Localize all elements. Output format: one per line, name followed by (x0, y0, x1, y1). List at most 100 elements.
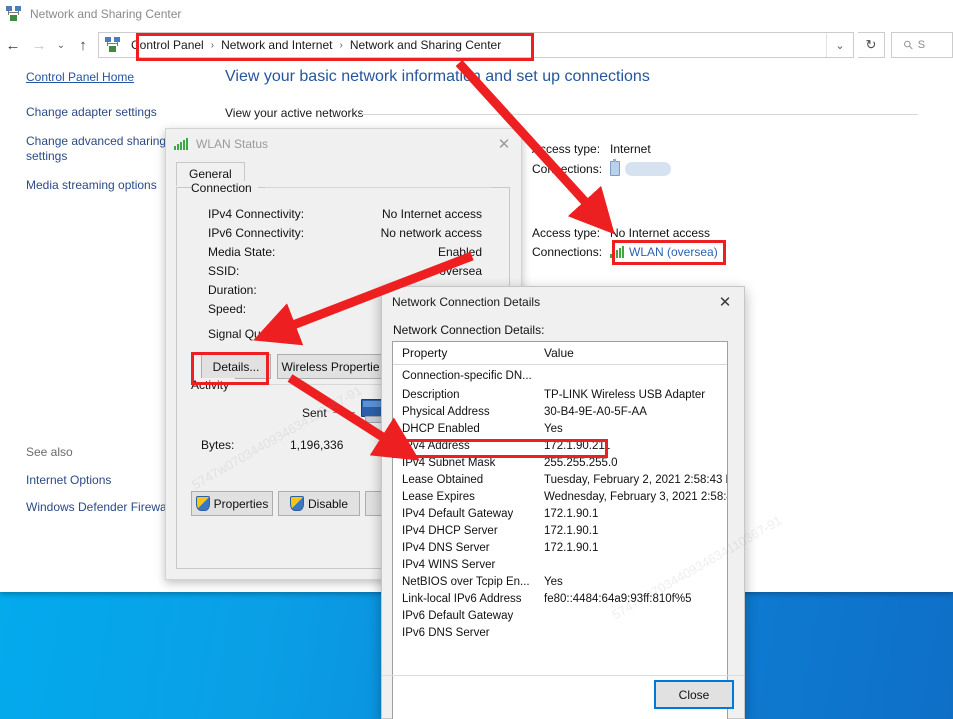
breadcrumb: Control Panel › Network and Internet › N… (131, 38, 501, 52)
sidebar-item-control-panel-home[interactable]: Control Panel Home (26, 70, 191, 85)
usb-adapter-icon (610, 159, 620, 176)
breadcrumb-item-control-panel[interactable]: Control Panel (131, 38, 204, 52)
table-row[interactable]: NetBIOS over Tcpip En... Yes (393, 573, 727, 590)
activity-line (333, 412, 355, 413)
row-property: Lease Obtained (402, 473, 484, 486)
row-value: 172.1.90.1 (544, 507, 599, 520)
wifi-signal-icon (610, 246, 625, 258)
group-label-activity: Activity (191, 378, 236, 392)
row-value: 172.1.90.1 (544, 524, 599, 537)
table-row[interactable]: IPv4 Default Gateway 172.1.90.1 (393, 505, 727, 522)
row-value: 172.1.90.1 (544, 541, 599, 554)
breadcrumb-item-network-and-sharing-center[interactable]: Network and Sharing Center (350, 38, 501, 52)
connection-link-wlan[interactable]: WLAN (oversea) (629, 245, 718, 259)
breadcrumb-separator-icon[interactable]: › (339, 40, 342, 51)
table-row[interactable]: Link-local IPv6 Address fe80::4484:64a9:… (393, 590, 727, 607)
bytes-sent-value: 1,196,336 (290, 438, 344, 452)
network-connection-details-dialog: Network Connection Details ✕ Network Con… (381, 286, 745, 719)
row-value: fe80::4484:64a9:93ff:810f%5 (544, 592, 692, 605)
table-row[interactable]: IPv4 WINS Server (393, 556, 727, 573)
row-property: IPv6 Default Gateway (402, 609, 514, 622)
table-header-row: Property Value (393, 342, 727, 365)
speed-label: Speed: (208, 302, 247, 316)
ipv4-connectivity-value: No Internet access (381, 207, 482, 221)
table-row[interactable]: IPv4 DNS Server 172.1.90.1 (393, 539, 727, 556)
row-value: 30-B4-9E-A0-5F-AA (544, 405, 647, 418)
ipv4-connectivity-label: IPv4 Connectivity: (208, 207, 305, 221)
ssid-value: oversea (439, 264, 482, 278)
table-row[interactable]: Connection-specific DN... (393, 365, 727, 386)
close-button[interactable]: Close (654, 680, 734, 709)
row-property: Connection-specific DN... (402, 369, 532, 382)
table-row[interactable]: DHCP Enabled Yes (393, 420, 727, 437)
column-header-property[interactable]: Property (393, 346, 544, 360)
ipv6-connectivity-label: IPv6 Connectivity: (208, 226, 305, 240)
column-header-value[interactable]: Value (544, 346, 574, 360)
connection-name-redacted[interactable] (625, 161, 671, 176)
close-icon[interactable]: ✕ (706, 287, 744, 317)
sidebar-item-change-adapter-settings[interactable]: Change adapter settings (26, 105, 191, 120)
breadcrumb-separator-icon[interactable]: › (211, 40, 214, 51)
row-property: IPv4 DNS Server (402, 541, 490, 554)
properties-button[interactable]: Properties (191, 491, 273, 516)
ipv6-connectivity-value: No network access (380, 226, 482, 240)
dialog-divider (382, 675, 744, 676)
ncd-list-label: Network Connection Details: (393, 323, 545, 337)
table-row[interactable]: Lease Expires Wednesday, February 3, 202… (393, 488, 727, 505)
section-title-active-networks: View your active networks (225, 106, 364, 120)
up-button[interactable]: ↑ (70, 32, 96, 58)
signal-quality-label: Signal Quality: (208, 327, 286, 341)
search-input[interactable]: ⚲ S (891, 32, 953, 58)
recent-locations-button[interactable]: ⌄ (52, 32, 70, 58)
table-row[interactable]: Physical Address 30-B4-9E-A0-5F-AA (393, 403, 727, 420)
address-network-icon (105, 37, 121, 53)
access-type-label: Access type: (532, 142, 601, 156)
access-type-label: Access type: (532, 226, 601, 240)
ncd-details-list[interactable]: Property Value Connection-specific DN...… (392, 341, 728, 719)
ssid-label: SSID: (208, 264, 240, 278)
wifi-signal-icon (174, 138, 189, 150)
shield-icon (289, 496, 304, 511)
group-label-connection: Connection (191, 181, 258, 195)
address-dropdown-icon[interactable]: ⌄ (826, 33, 853, 57)
wlan-status-title: WLAN Status (196, 137, 269, 151)
table-row[interactable]: Lease Obtained Tuesday, February 2, 2021… (393, 471, 727, 488)
disable-button[interactable]: Disable (278, 491, 360, 516)
table-row[interactable]: IPv4 DHCP Server 172.1.90.1 (393, 522, 727, 539)
row-value: Wednesday, February 3, 2021 2:58:41 AI (544, 490, 727, 503)
row-value: TP-LINK Wireless USB Adapter (544, 388, 706, 401)
row-property: Link-local IPv6 Address (402, 592, 522, 605)
row-property: IPv4 Address (402, 439, 470, 452)
table-row[interactable]: IPv4 Subnet Mask 255.255.255.0 (393, 454, 727, 471)
ncd-titlebar: Network Connection Details ✕ (382, 287, 744, 317)
details-button[interactable]: Details... (201, 354, 271, 379)
forward-button[interactable]: → (26, 32, 52, 58)
table-row[interactable]: IPv6 Default Gateway (393, 607, 727, 624)
page-title: View your basic network information and … (225, 68, 650, 85)
table-row-ipv4-address[interactable]: IPv4 Address 172.1.90.211 (393, 437, 727, 454)
refresh-button[interactable]: ↻ (858, 32, 885, 58)
active-network-2: Access type: No Internet access Connecti… (532, 226, 718, 264)
window-title: Network and Sharing Center (30, 7, 182, 21)
address-bar[interactable]: Control Panel › Network and Internet › N… (98, 32, 854, 58)
row-property: Description (402, 388, 460, 401)
row-value: 255.255.255.0 (544, 456, 618, 469)
close-icon[interactable]: ✕ (487, 129, 521, 159)
breadcrumb-item-network-and-internet[interactable]: Network and Internet (221, 38, 332, 52)
ncd-title: Network Connection Details (392, 295, 541, 309)
row-property: Lease Expires (402, 490, 475, 503)
row-value: Tuesday, February 2, 2021 2:58:43 PM (544, 473, 728, 486)
connections-label: Connections: (532, 245, 603, 259)
wireless-properties-button[interactable]: Wireless Propertie (277, 354, 384, 379)
row-property: IPv4 DHCP Server (402, 524, 498, 537)
network-icon (6, 6, 22, 22)
sent-label: Sent (302, 406, 327, 420)
search-icon: ⚲ (900, 36, 917, 54)
table-row[interactable]: IPv6 DNS Server (393, 624, 727, 641)
row-property: NetBIOS over Tcpip En... (402, 575, 530, 588)
back-button[interactable]: ← (0, 32, 26, 58)
row-value: Yes (544, 575, 563, 588)
section-divider (358, 114, 918, 115)
window-titlebar: Network and Sharing Center (0, 0, 953, 28)
table-row[interactable]: Description TP-LINK Wireless USB Adapter (393, 386, 727, 403)
